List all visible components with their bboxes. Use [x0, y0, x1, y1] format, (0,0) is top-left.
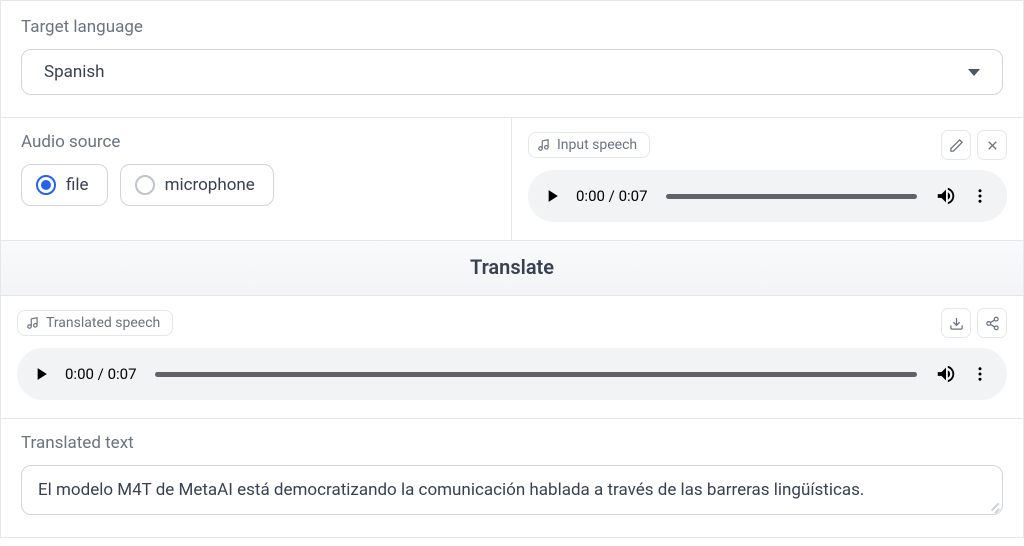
audio-source-radio-group: file microphone [21, 164, 491, 206]
target-language-value: Spanish [44, 62, 105, 82]
resize-handle-icon[interactable] [987, 499, 999, 511]
audio-source-label: Audio source [21, 132, 491, 152]
share-button[interactable] [977, 308, 1007, 338]
target-language-label: Target language [21, 17, 1003, 37]
target-language-section: Target language Spanish [0, 0, 1024, 117]
download-icon [949, 316, 964, 331]
translated-speech-player[interactable]: 0:00 / 0:07 [17, 348, 1007, 400]
target-language-select[interactable]: Spanish [21, 49, 1003, 95]
translated-text-label: Translated text [21, 433, 1003, 453]
translate-label: Translate [470, 255, 554, 279]
audio-source-option-microphone[interactable]: microphone [120, 164, 274, 206]
translate-button[interactable]: Translate [0, 240, 1024, 296]
radio-label: microphone [165, 175, 255, 195]
audio-source-section: Audio source file microphone [1, 118, 512, 240]
chevron-down-icon [968, 69, 980, 76]
translated-speech-chip: Translated speech [17, 310, 173, 336]
player-time: 0:00 / 0:07 [65, 365, 137, 383]
translated-text-output[interactable]: El modelo M4T de MetaAI está democratiza… [21, 465, 1003, 515]
player-time: 0:00 / 0:07 [576, 187, 648, 205]
play-icon [542, 186, 562, 206]
audio-source-option-file[interactable]: file [21, 164, 108, 206]
music-icon [26, 316, 40, 330]
play-button[interactable] [31, 364, 51, 384]
translated-text-section: Translated text El modelo M4T de MetaAI … [0, 419, 1024, 538]
translated-text-value: El modelo M4T de MetaAI está democratiza… [38, 480, 864, 500]
input-speech-section: Input speech 0:00 / 0:07 [512, 118, 1023, 240]
input-speech-chip: Input speech [528, 132, 650, 158]
input-speech-player[interactable]: 0:00 / 0:07 [528, 170, 1007, 222]
radio-label: file [66, 175, 89, 195]
pencil-icon [949, 138, 964, 153]
volume-button[interactable] [935, 185, 957, 207]
volume-button[interactable] [935, 363, 957, 385]
volume-icon [935, 185, 957, 207]
edit-button[interactable] [941, 130, 971, 160]
progress-track[interactable] [155, 372, 917, 377]
play-icon [31, 364, 51, 384]
radio-icon [36, 175, 56, 195]
translated-speech-label: Translated speech [46, 315, 160, 331]
progress-track[interactable] [666, 194, 917, 199]
close-icon [985, 138, 1000, 153]
volume-icon [935, 363, 957, 385]
audio-input-row: Audio source file microphone Input speec… [0, 117, 1024, 240]
input-speech-label: Input speech [557, 137, 637, 153]
clear-button[interactable] [977, 130, 1007, 160]
more-button[interactable] [971, 365, 989, 383]
more-vertical-icon [971, 365, 989, 383]
more-vertical-icon [971, 187, 989, 205]
download-button[interactable] [941, 308, 971, 338]
music-icon [537, 138, 551, 152]
play-button[interactable] [542, 186, 562, 206]
translated-speech-section: Translated speech 0:00 / 0:07 [0, 296, 1024, 419]
radio-icon [135, 175, 155, 195]
more-button[interactable] [971, 187, 989, 205]
share-icon [985, 316, 1000, 331]
